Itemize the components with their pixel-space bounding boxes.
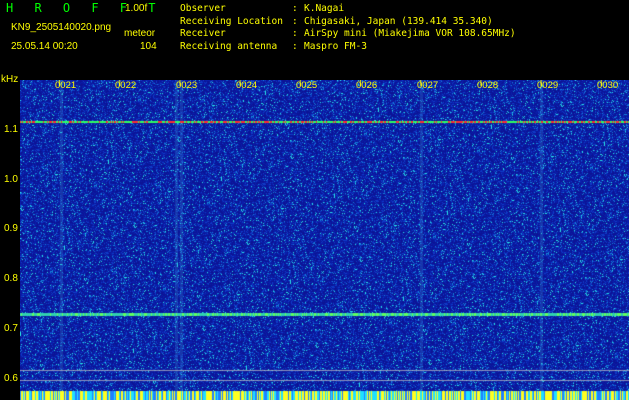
station-info: Observer: K.Nagai Receiving Location: Chig… (180, 3, 516, 53)
file-name: KN9_2505140020.png (11, 22, 112, 33)
time-tick-label: 0029 (537, 80, 559, 91)
meteor-count: 104 (140, 41, 157, 52)
info-row-antenna: Receiving antenna: Maspro FM-3 (180, 40, 367, 52)
info-row-location: Receiving Location: Chigasaki, Japan (139… (180, 15, 493, 27)
spectrogram-canvas (20, 80, 629, 400)
meteor-label: meteor (124, 28, 156, 39)
time-tick-label: 0024 (236, 80, 258, 91)
header-panel: H R O F F T 1.00f KN9_2505140020.png met… (0, 0, 629, 74)
y-tick-label: 1.0 (4, 174, 18, 185)
info-row-receiver: Receiver: AirSpy mini (Miakejima VOR 108.… (180, 28, 516, 39)
time-tick-label: 0027 (417, 80, 439, 91)
time-tick-label: 0028 (477, 80, 499, 91)
spectrogram-plot (20, 80, 629, 400)
y-tick-label: 0.8 (4, 273, 18, 284)
info-row-observer: Observer: K.Nagai (180, 3, 345, 14)
time-tick-label: 0022 (115, 80, 137, 91)
time-tick-label: 0023 (176, 80, 198, 91)
version-label: 1.00f (125, 3, 148, 14)
time-tick-label: 0021 (55, 80, 77, 91)
time-tick-label: 0026 (356, 80, 378, 91)
y-tick-label: 0.7 (4, 323, 18, 334)
frequency-unit: kHz (1, 74, 19, 85)
y-tick-label: 0.6 (4, 373, 18, 384)
y-tick-label: 0.9 (4, 223, 18, 234)
time-tick-label: 0030 (597, 80, 619, 91)
timestamp: 25.05.14 00:20 (11, 41, 78, 52)
y-tick-label: 1.1 (4, 124, 18, 135)
time-tick-label: 0025 (296, 80, 318, 91)
